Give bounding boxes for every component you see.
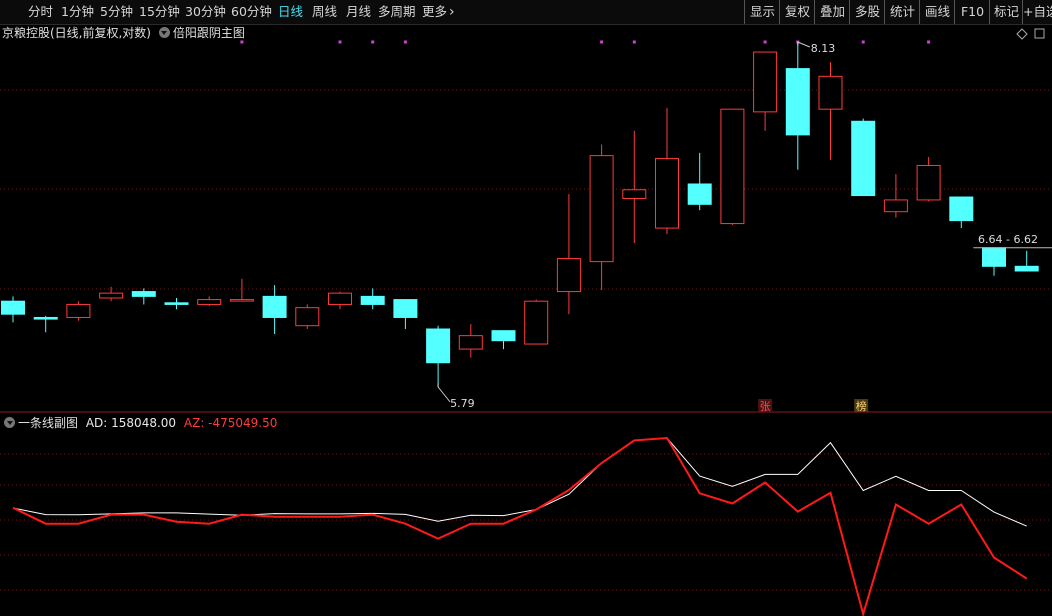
candle-body-18 [589, 155, 614, 263]
signal-dot-5 [632, 40, 636, 44]
candle-body-25 [818, 75, 843, 110]
candle-body-9 [295, 307, 320, 327]
candle-body-0 [1, 300, 25, 315]
signal-dot-9 [927, 40, 931, 44]
marker-text-0: 张 [760, 400, 771, 413]
high-arrow [797, 41, 810, 48]
candle-body-1 [33, 316, 58, 320]
candle-body-3 [99, 292, 124, 299]
candle-body-24 [785, 68, 810, 136]
candle-body-19 [622, 189, 647, 199]
ad-line [12, 437, 1027, 527]
price-chart[interactable]: 5.79 8.13 6.64 - 6.62 张 榜 [0, 0, 1052, 616]
signal-dot-1 [338, 40, 342, 44]
candle-body-31 [1014, 265, 1039, 272]
signal-dot-2 [371, 40, 375, 44]
candle-body-21 [687, 183, 712, 205]
candle-body-23 [753, 51, 778, 113]
candle-body-26 [851, 120, 876, 197]
low-price-label: 5.79 [450, 397, 475, 410]
candle-body-20 [655, 157, 679, 229]
marker-text-1: 榜 [856, 399, 867, 413]
square-icon [1034, 28, 1045, 39]
signal-dot-8 [861, 40, 865, 44]
high-price-label: 8.13 [811, 42, 836, 55]
candle-body-10 [328, 292, 352, 305]
candle-body-4 [131, 291, 156, 297]
candle-body-17 [556, 258, 581, 293]
candle-body-6 [197, 299, 222, 305]
candle-body-11 [360, 295, 385, 305]
corner-icons [1016, 28, 1045, 40]
candle-body-30 [982, 247, 1006, 267]
candle-body-15 [491, 330, 516, 342]
candle-body-2 [66, 303, 91, 318]
sub-chart-lines [12, 436, 1028, 616]
low-arrow [437, 383, 451, 403]
signal-dot-0 [240, 40, 244, 44]
candle-body-5 [164, 302, 189, 305]
candle-body-14 [458, 335, 483, 350]
signal-dot-6 [763, 40, 767, 44]
price-annotations: 5.79 8.13 6.64 - 6.62 张 榜 [437, 41, 1052, 413]
candle-body-29 [949, 196, 974, 222]
candle-body-7 [229, 299, 254, 302]
az-line [12, 436, 1028, 616]
candle-body-27 [883, 199, 908, 213]
candle-body-22 [720, 108, 745, 225]
signal-dot-3 [403, 40, 407, 44]
candle-body-16 [524, 300, 549, 345]
candle-body-12 [393, 299, 418, 318]
candlesticks [1, 42, 1039, 387]
candle-body-8 [262, 295, 287, 318]
candle-body-13 [426, 328, 451, 364]
diamond-icon [1016, 28, 1028, 40]
candle-body-28 [916, 164, 941, 201]
range-label: 6.64 - 6.62 [978, 233, 1038, 246]
signal-dot-4 [600, 40, 604, 44]
